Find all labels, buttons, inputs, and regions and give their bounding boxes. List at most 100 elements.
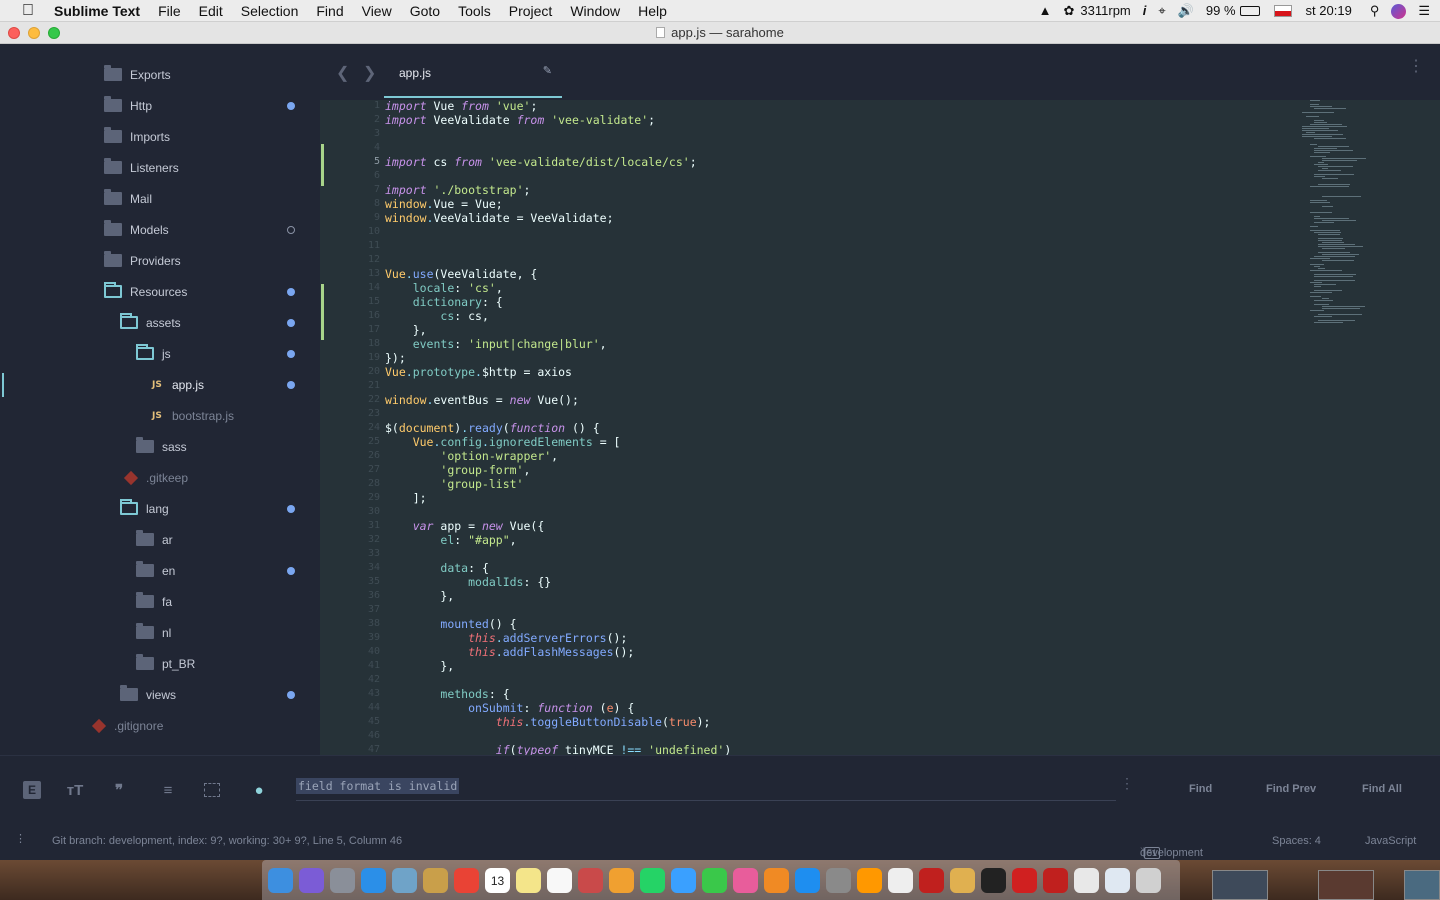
code-line[interactable]: Vue.use(VeeValidate, {: [385, 267, 537, 281]
code-line[interactable]: Vue.config.ignoredElements = [: [385, 435, 621, 449]
dock-sublime-text-icon[interactable]: [857, 867, 882, 893]
back-arrow-icon[interactable]: ❮: [336, 63, 349, 83]
notification-center-icon[interactable]: ☰: [1418, 0, 1430, 22]
sidebar-item[interactable]: en: [0, 555, 320, 586]
volume-icon[interactable]: 🔊: [1178, 0, 1194, 22]
whole-word-icon[interactable]: ❞: [108, 780, 130, 800]
dock-safari-icon[interactable]: [361, 867, 386, 893]
code-line[interactable]: dictionary: {: [385, 295, 503, 309]
forward-arrow-icon[interactable]: ❯: [363, 63, 376, 83]
code-line[interactable]: onSubmit: function (e) {: [385, 701, 634, 715]
apple-icon[interactable]: : [18, 0, 38, 22]
sidebar-item[interactable]: Imports: [0, 121, 320, 152]
sidebar-item[interactable]: Providers: [0, 245, 320, 276]
sidebar-item[interactable]: assets: [0, 307, 320, 338]
code-line[interactable]: el: "#app",: [385, 533, 516, 547]
flag-icon[interactable]: [1273, 5, 1292, 17]
status-menu-icon[interactable]: ⋮: [15, 832, 26, 845]
dock-notes-app-icon[interactable]: [423, 867, 448, 893]
code-line[interactable]: },: [385, 589, 454, 603]
code-line[interactable]: this.toggleButtonDisable(true);: [385, 715, 711, 729]
dock-chrome-icon[interactable]: [454, 867, 479, 893]
code-line[interactable]: mounted() {: [385, 617, 516, 631]
code-line[interactable]: locale: 'cs',: [385, 281, 503, 295]
code-line[interactable]: 'option-wrapper',: [385, 449, 558, 463]
sidebar-item[interactable]: Models: [0, 214, 320, 245]
sidebar-item[interactable]: .gitignore: [0, 710, 320, 741]
battery-icon[interactable]: [1239, 6, 1260, 16]
code-line[interactable]: data: {: [385, 561, 488, 575]
code-line[interactable]: import cs from 'vee-validate/dist/locale…: [385, 155, 697, 169]
dock-thumbnail-3[interactable]: [1404, 870, 1440, 900]
sidebar-item[interactable]: ar: [0, 524, 320, 555]
dock-photo-booth-icon[interactable]: [578, 867, 603, 893]
sidebar-item[interactable]: nl: [0, 617, 320, 648]
code-line[interactable]: this.addServerErrors();: [385, 631, 627, 645]
sidebar-item[interactable]: Listeners: [0, 152, 320, 183]
clock[interactable]: st 20:19: [1306, 0, 1352, 22]
dock-filezilla-alt-icon[interactable]: [1043, 867, 1068, 893]
code-line[interactable]: this.addFlashMessages();: [385, 645, 634, 659]
case-sensitive-icon[interactable]: тT: [64, 780, 86, 800]
code-line[interactable]: var app = new Vue({: [385, 519, 545, 533]
menu-app-name[interactable]: Sublime Text: [52, 0, 149, 22]
sidebar-item[interactable]: pt_BR: [0, 648, 320, 679]
spotlight-icon[interactable]: ⚲: [1370, 0, 1380, 22]
dock-stickies-icon[interactable]: [516, 867, 541, 893]
fan-speed[interactable]: 3311rpm: [1080, 0, 1130, 22]
code-line[interactable]: window.Vue = Vue;: [385, 197, 503, 211]
code-line[interactable]: cs: cs,: [385, 309, 488, 323]
find-input[interactable]: field format is invalid: [296, 778, 1116, 801]
dock-terminal-icon[interactable]: [981, 867, 1006, 893]
dock-messages-icon[interactable]: [671, 867, 696, 893]
dock-preview-icon[interactable]: [392, 867, 417, 893]
sidebar-item[interactable]: JS bootstrap.js: [0, 400, 320, 431]
dock-thumbnail-1[interactable]: [1212, 870, 1268, 900]
code-line[interactable]: methods: {: [385, 687, 509, 701]
dock-itunes-icon[interactable]: [733, 867, 758, 893]
find-button[interactable]: Find: [1189, 783, 1212, 795]
more-vertical-icon[interactable]: ⋮: [1408, 59, 1424, 75]
tab-app-js[interactable]: app.js ✎: [384, 45, 562, 100]
find-prev-button[interactable]: Find Prev: [1266, 783, 1316, 795]
dock-sequel-icon[interactable]: [950, 867, 975, 893]
code-line[interactable]: $(document).ready(function () {: [385, 421, 600, 435]
code-line[interactable]: modalIds: {}: [385, 575, 551, 589]
dock-launchpad-icon[interactable]: [330, 867, 355, 893]
code-line[interactable]: Vue.prototype.$http = axios: [385, 365, 572, 379]
syntax-mode[interactable]: JavaScript: [1365, 835, 1416, 847]
dock-trash-icon[interactable]: [1136, 867, 1161, 893]
sidebar-item[interactable]: js: [0, 338, 320, 369]
dock-facetime-icon[interactable]: [702, 867, 727, 893]
dock-filezilla-icon[interactable]: [919, 867, 944, 893]
find-options-icon[interactable]: ⋮: [1120, 776, 1134, 790]
sidebar-item[interactable]: Resources: [0, 276, 320, 307]
dock-folder-icon[interactable]: [1105, 867, 1130, 893]
sidebar-item[interactable]: fa: [0, 586, 320, 617]
dock-books-icon[interactable]: [764, 867, 789, 893]
dock-photos-icon[interactable]: [609, 867, 634, 893]
code-line[interactable]: },: [385, 659, 454, 673]
code-line[interactable]: window.eventBus = new Vue();: [385, 393, 579, 407]
dock-thumbnail-2[interactable]: [1318, 870, 1374, 900]
wrap-icon[interactable]: ≡: [157, 780, 179, 800]
dock-textedit-icon[interactable]: [888, 867, 913, 893]
menu-find[interactable]: Find: [307, 0, 352, 22]
in-selection-icon[interactable]: [201, 780, 223, 800]
code-line[interactable]: 'group-list': [385, 477, 523, 491]
code-line[interactable]: import Vue from 'vue';: [385, 100, 537, 113]
indentation[interactable]: Spaces: 4: [1272, 835, 1321, 847]
dock-system-preferences-icon[interactable]: [826, 867, 851, 893]
info-icon[interactable]: i: [1143, 0, 1147, 22]
menu-project[interactable]: Project: [500, 0, 562, 22]
code-line[interactable]: import './bootstrap';: [385, 183, 530, 197]
menu-help[interactable]: Help: [629, 0, 676, 22]
dock-whatsapp-icon[interactable]: [640, 867, 665, 893]
menu-edit[interactable]: Edit: [190, 0, 232, 22]
code-line[interactable]: if(typeof tinyMCE !== 'undefined'): [385, 743, 731, 755]
sidebar-item[interactable]: views: [0, 679, 320, 710]
menu-view[interactable]: View: [353, 0, 401, 22]
find-all-button[interactable]: Find All: [1362, 783, 1402, 795]
code-line[interactable]: },: [385, 323, 427, 337]
menu-tools[interactable]: Tools: [449, 0, 500, 22]
